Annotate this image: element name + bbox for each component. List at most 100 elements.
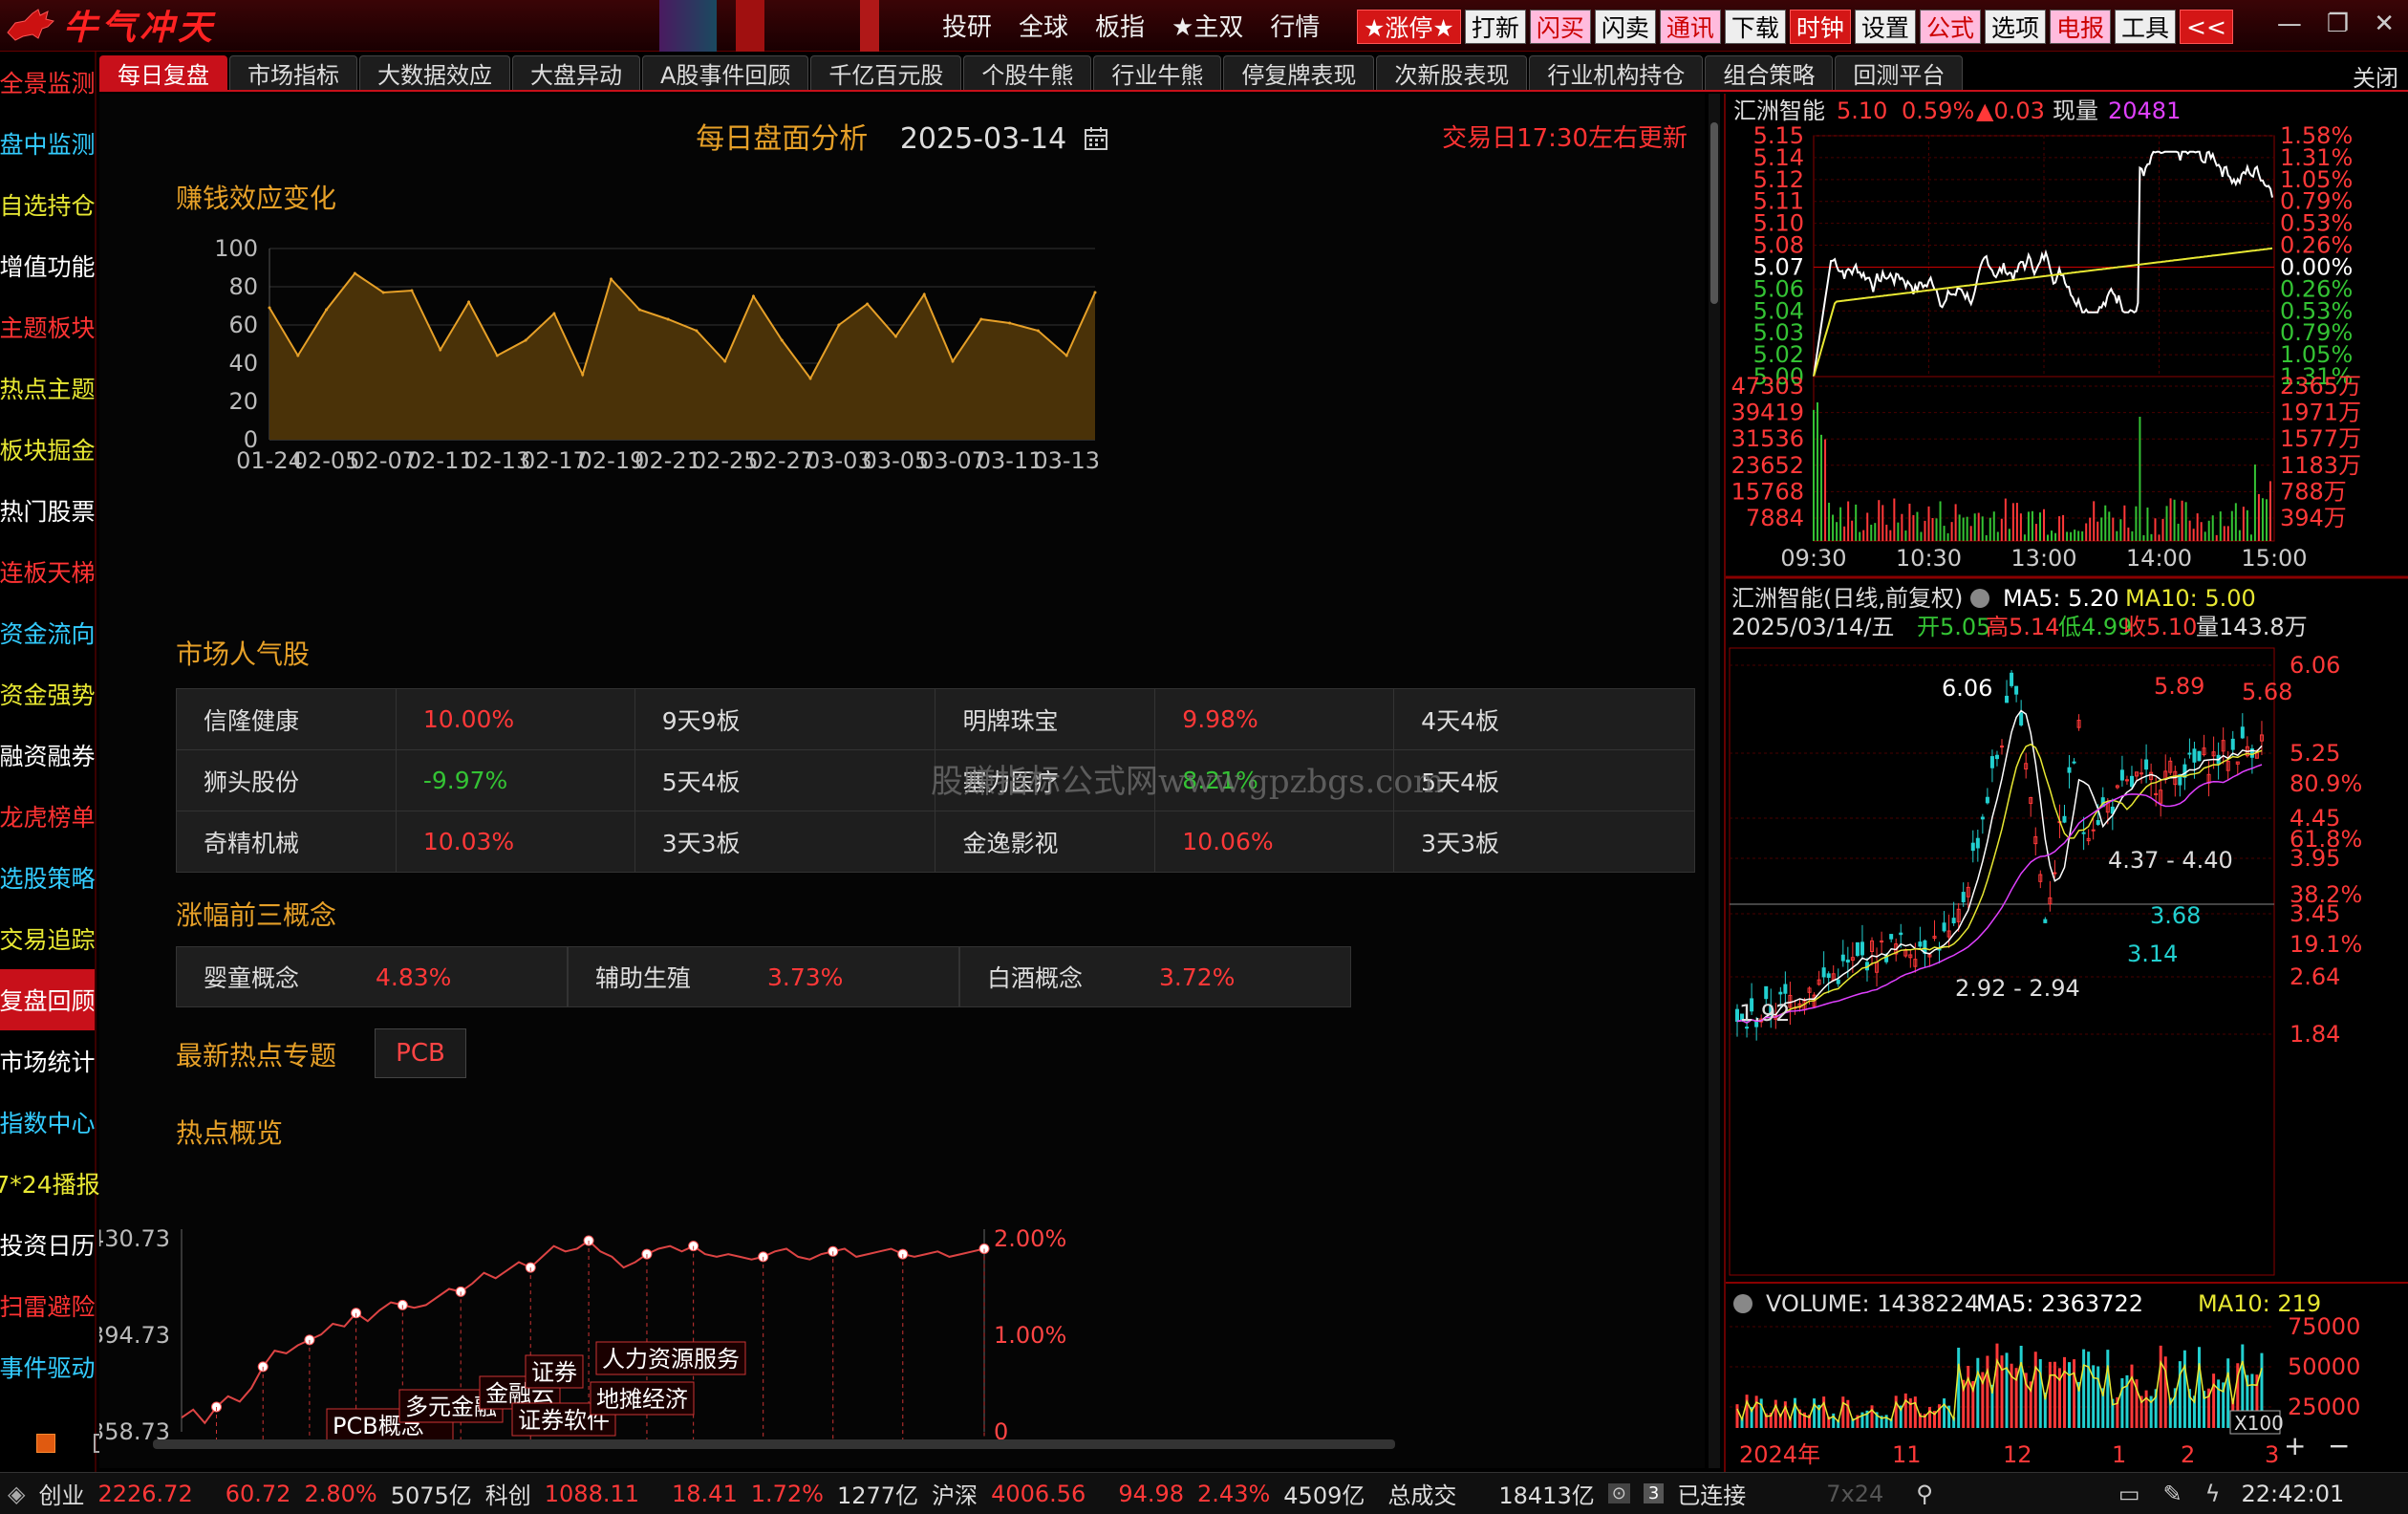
app-logo[interactable]: 牛气冲天: [6, 4, 216, 48]
stock-pct: 0.59%: [1902, 97, 1974, 124]
scrollbar-thumb[interactable]: [1710, 122, 1718, 304]
stock-name[interactable]: 金逸影视: [935, 811, 1156, 873]
main-scrollbar[interactable]: [1709, 94, 1720, 1468]
toolbar-button[interactable]: ★涨停★: [1357, 10, 1461, 44]
data-point: [751, 294, 755, 298]
time-tick: 09:30: [1780, 545, 1846, 572]
sidebar-item[interactable]: 热门股票: [0, 480, 96, 541]
close-icon[interactable]: ✕: [2374, 10, 2395, 38]
sidebar-item[interactable]: 资金流向: [0, 602, 96, 663]
cy-change: 60.72: [225, 1480, 291, 1507]
tab-bar: 每日复盘 市场指标 大数据效应 大盘异动 A股事件回顾 千亿百元股 个股牛熊 行业牛熊 停复牌表…: [99, 54, 2408, 92]
tab[interactable]: 行业牛熊: [1093, 55, 1222, 90]
sidebar-item[interactable]: 选股策略: [0, 847, 96, 908]
price-annotation: 6.06: [1942, 675, 1992, 702]
sidebar-item[interactable]: 主题板块: [0, 296, 96, 357]
sidebar-item[interactable]: 资金强势: [0, 663, 96, 725]
sidebar-item[interactable]: 增值功能: [0, 235, 96, 296]
tools-icon[interactable]: ✎: [2163, 1481, 2182, 1507]
concept-item[interactable]: 白酒概念 3.72%: [959, 946, 1351, 1007]
sidebar-item[interactable]: 连板天梯: [0, 541, 96, 602]
flash-icon[interactable]: ϟ: [2205, 1481, 2221, 1507]
kc-pct: 1.72%: [750, 1480, 824, 1507]
toolbar-button[interactable]: 闪卖: [1594, 10, 1656, 44]
tab[interactable]: 组合策略: [1705, 55, 1834, 90]
stock-name[interactable]: 明牌珠宝: [935, 688, 1156, 750]
candle-body: [1970, 842, 1975, 852]
sidebar-item[interactable]: 复盘回顾: [0, 969, 96, 1030]
search-icon[interactable]: ⚲: [1916, 1481, 1933, 1507]
sidebar-item[interactable]: 事件驱动: [0, 1336, 96, 1397]
toolbar-button[interactable]: 电报: [2049, 10, 2111, 44]
toolbar-button[interactable]: 打新: [1464, 10, 1526, 44]
table-row[interactable]: 信隆健康 10.00% 9天9板 明牌珠宝 9.98% 4天4板: [176, 688, 1695, 750]
tab[interactable]: 每日复盘: [99, 55, 227, 90]
sidebar-item[interactable]: 龙虎榜单: [0, 786, 96, 847]
close-tab-button[interactable]: 关闭: [2353, 59, 2398, 93]
tab[interactable]: 大数据效应: [359, 55, 510, 90]
tab[interactable]: 个股牛熊: [963, 55, 1092, 90]
tab[interactable]: 市场指标: [229, 55, 357, 90]
horizontal-scrollbar[interactable]: [153, 1439, 1395, 1449]
tab[interactable]: 回测平台: [1835, 55, 1964, 90]
toolbar-button[interactable]: 通讯: [1659, 10, 1721, 44]
sidebar-item[interactable]: 融资融券: [0, 725, 96, 786]
sidebar-item[interactable]: 扫雷避险: [0, 1275, 96, 1336]
toolbar-button[interactable]: 下载: [1724, 10, 1786, 44]
table-row[interactable]: 奇精机械 10.03% 3天3板 金逸影视 10.06% 3天3板: [176, 811, 1695, 873]
toolbar-button[interactable]: <<: [2180, 10, 2233, 44]
y-tick-label: 80: [228, 273, 258, 300]
sidebar-item[interactable]: 热点主题: [0, 357, 96, 419]
data-point: [524, 338, 527, 342]
price-line: [1813, 150, 2273, 378]
dropdown-icon[interactable]: [1970, 589, 1989, 608]
tab[interactable]: 次新股表现: [1376, 55, 1528, 90]
top-nav-item[interactable]: 板指: [1095, 8, 1145, 43]
top-nav-item[interactable]: 全球: [1019, 8, 1068, 43]
tab[interactable]: A股事件回顾: [642, 55, 809, 90]
sidebar-item[interactable]: 板块掘金: [0, 419, 96, 480]
tab[interactable]: 停复牌表现: [1223, 55, 1375, 90]
tab[interactable]: 大盘异动: [512, 55, 640, 90]
top-nav-item[interactable]: 投研: [942, 8, 992, 43]
sidebar-item[interactable]: 自选持仓: [0, 174, 96, 235]
cy-value: 2226.72: [97, 1480, 193, 1507]
restore-icon[interactable]: ❐: [2327, 10, 2349, 38]
sidebar-item[interactable]: 市场统计: [0, 1030, 96, 1092]
hs-value: 4006.56: [991, 1480, 1086, 1507]
sidebar-item[interactable]: 投资日历: [0, 1214, 96, 1275]
concept-item[interactable]: 婴童概念 4.83%: [176, 946, 568, 1007]
stock-name[interactable]: 信隆健康: [176, 688, 397, 750]
tab[interactable]: 行业机构持仓: [1529, 55, 1704, 90]
date-picker[interactable]: 2025-03-14: [900, 122, 1066, 156]
view-toggle-filled-icon[interactable]: [36, 1434, 55, 1453]
daily-x-tick: 2: [2181, 1441, 2195, 1468]
tab[interactable]: 千亿百元股: [810, 55, 962, 90]
lock-icon[interactable]: ⊙: [1607, 1483, 1630, 1503]
toolbar-button[interactable]: 选项: [1984, 10, 2046, 44]
stock-name[interactable]: 奇精机械: [176, 811, 397, 873]
date-label: 2025/03/14/五: [1731, 614, 1894, 640]
toolbar-button[interactable]: 时钟: [1789, 10, 1851, 44]
sidebar-item[interactable]: 全景监测: [0, 52, 96, 113]
calendar-icon[interactable]: [1084, 126, 1108, 151]
candle-body: [1994, 754, 1999, 760]
top-nav-item[interactable]: 行情: [1270, 8, 1320, 43]
stock-name[interactable]: 狮头股份: [176, 749, 397, 811]
high-label: 高5.14: [1986, 614, 2059, 640]
monitor-icon[interactable]: ▭: [2118, 1481, 2140, 1507]
toolbar-button[interactable]: 闪买: [1529, 10, 1591, 44]
dropdown-icon[interactable]: [1733, 1294, 1752, 1313]
sidebar-item[interactable]: 盘中监测: [0, 113, 96, 174]
sidebar-item[interactable]: 交易追踪: [0, 908, 96, 969]
toolbar-button[interactable]: 公式: [1919, 10, 1981, 44]
concept-item[interactable]: 辅助生殖 3.73%: [568, 946, 959, 1007]
toolbar-button[interactable]: 设置: [1854, 10, 1916, 44]
vol-tick: 39419: [1731, 400, 1804, 426]
hot-topic-button[interactable]: PCB: [375, 1028, 466, 1078]
sidebar-item[interactable]: 指数中心: [0, 1092, 96, 1153]
toolbar-button[interactable]: 工具: [2114, 10, 2176, 44]
top-nav-item[interactable]: ★主双: [1172, 8, 1243, 43]
sidebar-item[interactable]: 7*24播报: [0, 1153, 100, 1214]
minimize-icon[interactable]: —: [2277, 10, 2302, 38]
